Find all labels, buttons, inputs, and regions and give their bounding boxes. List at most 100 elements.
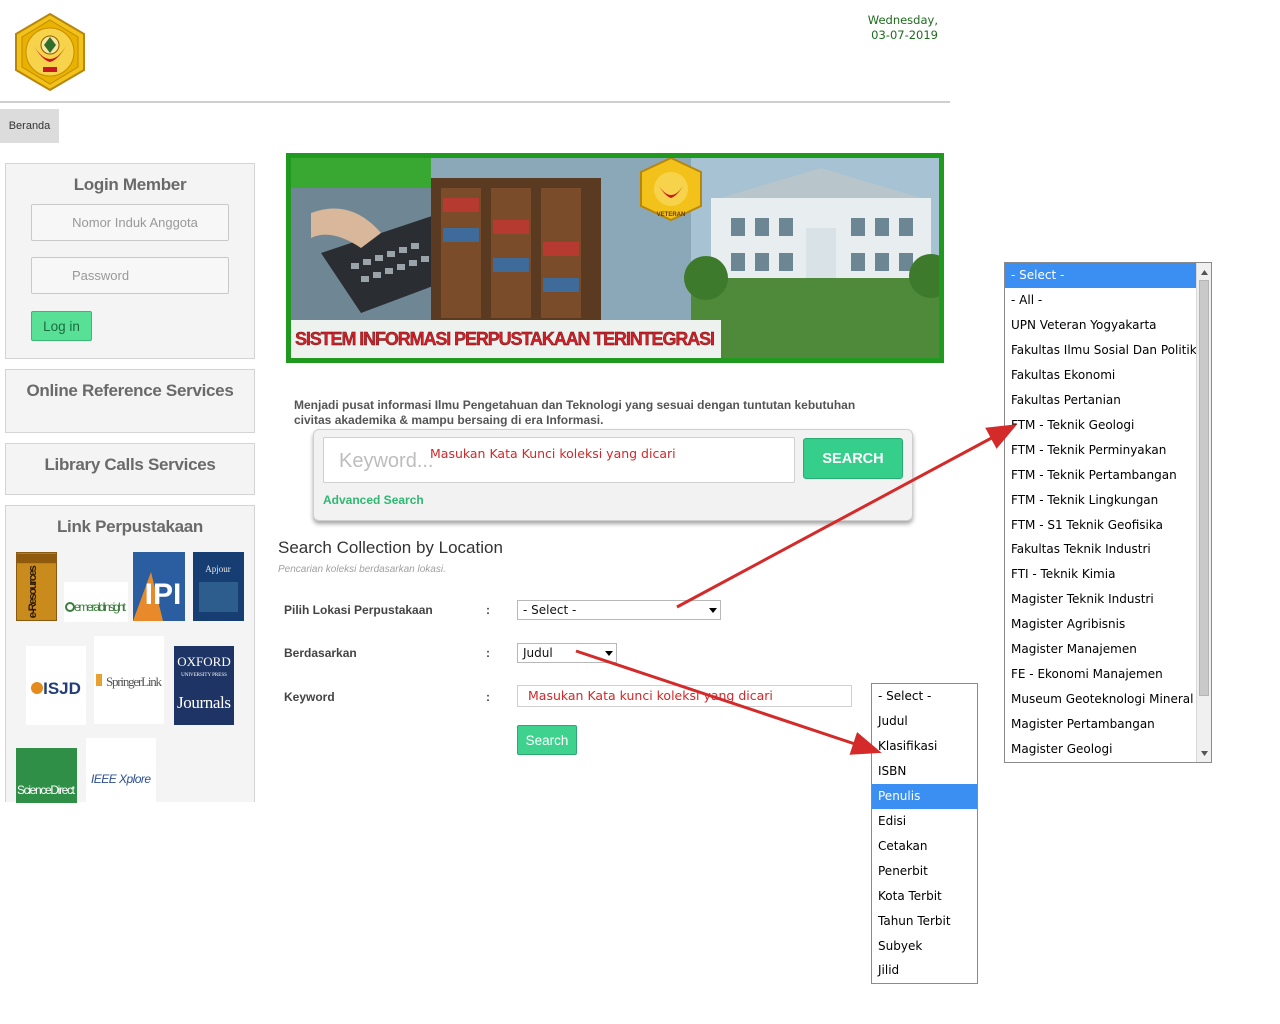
dropdown-option[interactable]: Subyek — [872, 934, 977, 959]
link-springer[interactable]: SpringerLink — [94, 636, 164, 724]
oxford-image: OXFORD UNIVERSITY PRESS Journals — [174, 646, 234, 725]
oxford-press-text: UNIVERSITY PRESS — [181, 673, 227, 678]
library-calls-panel[interactable]: Library Calls Services — [5, 443, 255, 495]
emerald-image: emeraldinsight — [65, 600, 127, 614]
dropdown-option[interactable]: Edisi — [872, 809, 977, 834]
dropdown-option[interactable]: Kota Terbit — [872, 884, 977, 909]
search-by-dropdown-list[interactable]: - Select - Judul Klasifikasi ISBN Penulis Edi… — [871, 683, 978, 984]
dropdown-option[interactable]: Fakultas Ekonomi — [1005, 363, 1196, 388]
dropdown-option[interactable]: Magister Geologi — [1005, 737, 1196, 762]
dropdown-option[interactable]: Fakultas Pertanian — [1005, 388, 1196, 413]
location-search-button[interactable]: Search — [517, 725, 577, 755]
oxford-text: OXFORD — [177, 654, 230, 669]
link-e-resources[interactable]: e-Resources — [16, 552, 57, 621]
dropdown-option[interactable]: Penerbit — [872, 859, 977, 884]
apjournal-text: Apjour — [205, 564, 231, 574]
location-select-value: - Select - — [523, 603, 577, 617]
tagline: Menjadi pusat informasi Ilmu Pengetahuan… — [294, 398, 856, 427]
search-button[interactable]: SEARCH — [803, 438, 903, 479]
location-label: Pilih Lokasi Perpustakaan — [284, 603, 433, 617]
links-title: Link Perpustakaan — [56, 517, 204, 536]
dropdown-option[interactable]: Cetakan — [872, 834, 977, 859]
dropdown-option[interactable]: - All - — [1005, 288, 1196, 313]
dropdown-option[interactable]: Magister Manajemen — [1005, 637, 1196, 662]
springer-image: SpringerLink — [96, 674, 163, 689]
apjournal-image: Apjour — [193, 552, 244, 621]
keyword-annotation: Masukan Kata Kunci koleksi yang dicari — [430, 446, 676, 461]
university-logo — [15, 12, 85, 92]
dropdown-option[interactable]: UPN Veteran Yogyakarta — [1005, 313, 1196, 338]
keyword-placeholder: Keyword... — [339, 450, 434, 472]
dropdown-scrollbar[interactable] — [1196, 263, 1211, 762]
day-label: Wednesday, — [867, 13, 938, 27]
header-banner: VETERAN SISTEM INFORMASI PERPUSTAKAAN TE… — [286, 153, 944, 363]
ieee-text: IEEE Xplore — [91, 772, 151, 786]
dropdown-option[interactable]: FTM - Teknik Lingkungan — [1005, 488, 1196, 513]
dropdown-option[interactable]: - Select - — [872, 684, 977, 709]
dropdown-option[interactable]: FE - Ekonomi Manajemen — [1005, 662, 1196, 687]
banner-illustration: VETERAN SISTEM INFORMASI PERPUSTAKAAN TE… — [291, 158, 939, 358]
link-ipi[interactable]: IPI — [133, 552, 185, 621]
link-sciencedirect[interactable]: ScienceDirect — [16, 748, 77, 803]
dropdown-option[interactable]: Fakultas Teknik Industri — [1005, 537, 1196, 562]
date-label: 03-07-2019 — [871, 28, 938, 42]
by-colon: : — [486, 646, 490, 660]
dropdown-option[interactable]: FTM - S1 Teknik Geofisika — [1005, 513, 1196, 538]
dropdown-option[interactable]: FTM - Teknik Geologi — [1005, 413, 1196, 438]
ieee-image: IEEE Xplore — [91, 772, 151, 786]
dropdown-option[interactable]: Klasifikasi — [872, 734, 977, 759]
oxford-journals-text: Journals — [177, 693, 231, 712]
scrollbar-thumb[interactable] — [1199, 280, 1209, 696]
dropdown-option[interactable]: Museum Geoteknologi Mineral — [1005, 687, 1196, 712]
member-id-input[interactable] — [31, 204, 229, 241]
banner-title: SISTEM INFORMASI PERPUSTAKAAN TERINTEGRA… — [295, 329, 715, 349]
scroll-up-icon — [1201, 270, 1208, 275]
dropdown-option[interactable]: Fakultas Ilmu Sosial Dan Politik — [1005, 338, 1196, 363]
dropdown-option[interactable]: Magister Teknik Industri — [1005, 587, 1196, 612]
link-apjournal[interactable]: Apjour — [193, 552, 244, 621]
dropdown-option[interactable]: FTM - Teknik Pertambangan — [1005, 463, 1196, 488]
online-reference-panel[interactable]: Online Reference Services — [5, 369, 255, 433]
advanced-search-link[interactable]: Advanced Search — [323, 493, 424, 507]
password-input[interactable] — [31, 257, 229, 294]
scroll-down-icon — [1201, 751, 1208, 756]
link-oxford[interactable]: OXFORD UNIVERSITY PRESS Journals — [174, 646, 234, 725]
sciencedirect-image: ScienceDirect — [16, 748, 77, 803]
online-reference-title[interactable]: Online Reference Services — [6, 381, 254, 401]
dropdown-option[interactable]: Penulis — [872, 783, 977, 809]
dropdown-option[interactable]: ISBN — [872, 759, 977, 784]
dropdown-option[interactable]: Jilid — [872, 958, 977, 983]
library-calls-title[interactable]: Library Calls Services — [6, 455, 254, 475]
dropdown-option[interactable]: - Select - — [1005, 263, 1196, 288]
banner-seal-text: VETERAN — [657, 212, 686, 218]
ipi-image: IPI — [133, 552, 185, 621]
dropdown-option[interactable]: Judul — [872, 709, 977, 734]
location-colon: : — [486, 603, 490, 617]
keyword-search-input[interactable]: Keyword... Masukan Kata Kunci koleksi ya… — [323, 437, 795, 483]
dropdown-option[interactable]: Magister Agribisnis — [1005, 612, 1196, 637]
location-dropdown-list[interactable]: - Select -- All - UPN Veteran Yogyakarta F… — [1004, 262, 1212, 763]
chevron-down-icon — [709, 608, 717, 613]
login-button[interactable]: Log in — [31, 311, 92, 341]
emerald-text: emeraldinsight — [74, 600, 127, 614]
link-emerald[interactable]: emeraldinsight — [64, 582, 128, 622]
dropdown-option[interactable]: FTM - Teknik Perminyakan — [1005, 438, 1196, 463]
link-ieee[interactable]: IEEE Xplore — [86, 738, 156, 803]
current-date: Wednesday, 03-07-2019 — [840, 13, 938, 43]
link-isjd[interactable]: ISJD — [26, 646, 86, 725]
search-by-select[interactable]: Judul — [517, 643, 617, 663]
dropdown-option[interactable]: FTI - Teknik Kimia — [1005, 562, 1196, 587]
search-by-select-value: Judul — [523, 646, 553, 660]
location-keyword-annotation: Masukan Kata kunci koleksi yang dicari — [528, 688, 773, 703]
search-box: Keyword... Masukan Kata Kunci koleksi ya… — [313, 429, 913, 521]
location-search-title: Search Collection by Location — [278, 538, 503, 557]
login-panel: Login Member Log in — [5, 163, 255, 359]
dropdown-option[interactable]: Tahun Terbit — [872, 909, 977, 934]
banner-image: VETERAN SISTEM INFORMASI PERPUSTAKAAN TE… — [291, 158, 939, 358]
location-search-subtitle: Pencarian koleksi berdasarkan lokasi. — [278, 564, 446, 575]
nav-beranda[interactable]: Beranda — [0, 109, 59, 143]
location-keyword-input[interactable]: Masukan Kata kunci koleksi yang dicari — [517, 685, 852, 707]
location-select[interactable]: - Select - — [517, 600, 721, 620]
dropdown-option[interactable]: Magister Pertambangan — [1005, 712, 1196, 737]
keyword-colon: : — [486, 690, 490, 704]
